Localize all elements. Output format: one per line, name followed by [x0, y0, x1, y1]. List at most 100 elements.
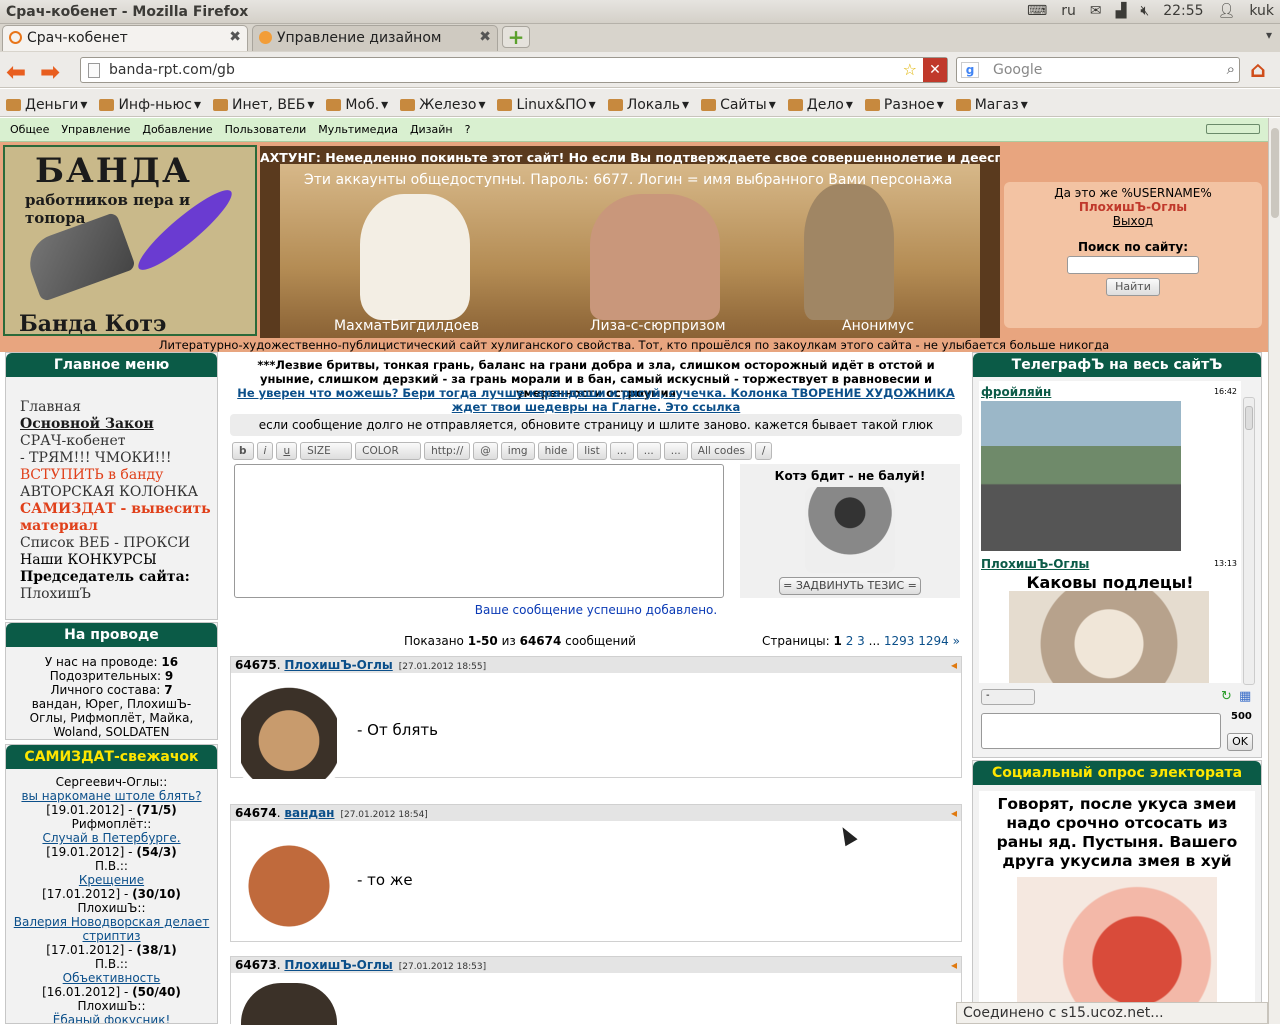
online-users[interactable]: вандан, Юрег, ПлохишЪ-Оглы, Рифмоплёт, М… — [6, 697, 217, 739]
menu-item-tryam[interactable]: - ТРЯМ!!! ЧМОКИ!!! — [20, 450, 217, 467]
bookmark-folder[interactable]: Linux&ПО ▾ — [497, 94, 596, 116]
close-tab-icon[interactable]: ✖ — [229, 29, 241, 45]
bookmark-folder[interactable]: Магаз ▾ — [955, 94, 1028, 116]
network-icon[interactable]: ▟ — [1116, 3, 1127, 19]
page-link[interactable]: 1294 — [918, 634, 949, 648]
scrollbar-thumb[interactable] — [1271, 128, 1279, 218]
admin-menu-item[interactable]: Дизайн — [410, 123, 453, 141]
submit-button[interactable]: = ЗАДВИНУТЬ ТЕЗИС = — [779, 577, 921, 595]
bookmark-folder[interactable]: Железо ▾ — [400, 94, 485, 116]
samizdat-link[interactable]: Случай в Петербурге. — [6, 831, 217, 845]
character-label[interactable]: Анонимус — [842, 318, 914, 334]
samizdat-link[interactable]: Крещение — [6, 873, 217, 887]
bbcode-url-button[interactable]: http:// — [424, 442, 471, 460]
character-label[interactable]: Лиза-с-сюрпризом — [590, 318, 726, 334]
chat-scroll-thumb[interactable] — [1245, 406, 1253, 430]
chat-image[interactable] — [1009, 591, 1209, 683]
chat-image[interactable] — [981, 401, 1181, 551]
admin-menu-item[interactable]: Пользователи — [225, 123, 307, 141]
samizdat-link[interactable]: Объективность — [6, 971, 217, 985]
bbcode-more-button[interactable]: ... — [609, 442, 634, 460]
url-bar[interactable]: banda-rpt.com/gb ☆ ✕ — [80, 57, 948, 83]
samizdat-link[interactable]: вы наркомане штоле блять? — [6, 789, 217, 803]
new-tab-button[interactable]: + — [502, 26, 530, 48]
search-box[interactable]: g Google ⌕ — [956, 57, 1240, 83]
bookmark-folder[interactable]: Деньги ▾ — [6, 94, 87, 116]
admin-menu-item[interactable]: Общее — [10, 123, 49, 141]
menu-item-column[interactable]: АВТОРСКАЯ КОЛОНКА — [20, 484, 217, 501]
post-author[interactable]: ПлохишЪ-Оглы — [284, 658, 392, 672]
bbcode-hide-button[interactable]: hide — [537, 442, 575, 460]
keyboard-icon[interactable]: ⌨ — [1027, 3, 1047, 19]
tab-design[interactable]: Управление дизайном ✖ — [252, 25, 498, 51]
admin-menu-item[interactable]: ? — [465, 123, 471, 141]
menu-item-samizdat[interactable]: САМИЗДАТ - вывесить материал — [20, 501, 217, 535]
menu-item-proxy[interactable]: Список ВЕБ - ПРОКСИ — [20, 535, 217, 552]
forward-button[interactable]: ➡ — [40, 58, 60, 86]
chat-select[interactable]: - — [981, 689, 1035, 705]
character-liza[interactable] — [590, 194, 720, 320]
chat-author[interactable]: фройляйн — [981, 385, 1051, 399]
post-author[interactable]: вандан — [284, 806, 334, 820]
quote-icon[interactable]: ◂ — [951, 658, 957, 672]
bookmark-star-icon[interactable]: ☆ — [903, 60, 917, 79]
samizdat-link[interactable]: Ёбаный фокусник! — [6, 1013, 217, 1023]
menu-item-home[interactable]: Главная — [20, 399, 217, 416]
page-link[interactable]: 1293 — [884, 634, 915, 648]
samizdat-link[interactable]: Валерия Новодворская делает стриптиз — [6, 915, 217, 943]
page-scrollbar[interactable] — [1268, 118, 1280, 1024]
admin-menu-item[interactable]: Мультимедиа — [318, 123, 398, 141]
stop-button[interactable]: ✕ — [923, 58, 947, 82]
post-author[interactable]: ПлохишЪ-Оглы — [284, 958, 392, 972]
mail-icon[interactable]: ✉ — [1090, 3, 1102, 19]
clock[interactable]: 22:55 — [1163, 3, 1203, 19]
user-icon[interactable]: 👤︎ — [1218, 3, 1236, 19]
artist-column-link[interactable]: Не уверен что можешь? Бери тогда лучше к… — [234, 386, 958, 414]
google-icon[interactable]: g — [961, 62, 979, 78]
message-textarea[interactable] — [234, 464, 724, 598]
search-icon[interactable]: ⌕ — [1227, 60, 1235, 78]
user-name[interactable]: kuk — [1249, 3, 1274, 19]
smiley-icon[interactable]: ▦ — [1239, 689, 1251, 704]
chat-input[interactable] — [981, 713, 1221, 749]
bbcode-list-button[interactable]: list — [577, 442, 607, 460]
logout-link[interactable]: Выход — [1004, 214, 1262, 228]
bbcode-underline-button[interactable]: u — [276, 442, 298, 460]
admin-menu-item[interactable]: Управление — [61, 123, 130, 141]
bookmark-folder[interactable]: Сайты ▾ — [701, 94, 776, 116]
bbcode-color-select[interactable]: COLOR — [355, 442, 422, 460]
resize-handle-icon[interactable] — [1206, 124, 1260, 134]
bookmark-folder[interactable]: Локаль ▾ — [607, 94, 689, 116]
back-button[interactable]: ⬅ — [6, 58, 26, 86]
bbcode-close-button[interactable]: / — [754, 442, 773, 460]
menu-item-srach[interactable]: СРАЧ-кобенет — [20, 433, 217, 450]
bbcode-more-button[interactable]: ... — [663, 442, 688, 460]
quote-icon[interactable]: ◂ — [951, 958, 957, 972]
character-label[interactable]: МахматБигдилдоев — [334, 318, 479, 334]
site-logo[interactable]: БАНДА работников пера и топора Банда Кот… — [3, 145, 257, 337]
character-anonimus[interactable] — [804, 184, 894, 320]
bbcode-email-button[interactable]: @ — [473, 442, 498, 460]
tab-list-icon[interactable]: ▾ — [1266, 28, 1272, 42]
refresh-icon[interactable]: ↻ — [1221, 689, 1232, 704]
character-mahmat[interactable] — [360, 194, 470, 320]
bbcode-more-button[interactable]: ... — [636, 442, 661, 460]
bbcode-italic-button[interactable]: i — [256, 442, 274, 460]
keyboard-layout[interactable]: ru — [1061, 3, 1076, 19]
chat-send-button[interactable]: OK — [1227, 733, 1253, 751]
home-icon[interactable]: ⌂ — [1250, 58, 1266, 83]
bbcode-img-button[interactable]: img — [500, 442, 535, 460]
tab-srach[interactable]: Срач-кобенет ✖ — [2, 25, 248, 51]
site-search-input[interactable] — [1067, 256, 1199, 274]
page-link[interactable]: 3 — [857, 634, 865, 648]
chat-scrollbar[interactable] — [1243, 397, 1255, 685]
bookmark-folder[interactable]: Дело ▾ — [787, 94, 853, 116]
admin-menu-item[interactable]: Добавление — [142, 123, 212, 141]
menu-item-chairman[interactable]: ПлохишЪ — [20, 586, 217, 603]
chat-author[interactable]: ПлохишЪ-Оглы — [981, 557, 1089, 571]
bbcode-all-codes-button[interactable]: All codes — [690, 442, 752, 460]
bbcode-size-select[interactable]: SIZE — [300, 442, 353, 460]
bookmark-folder[interactable]: Инф-ньюс ▾ — [99, 94, 201, 116]
bbcode-bold-button[interactable]: b — [232, 442, 254, 460]
menu-item-contests[interactable]: Наши КОНКУРСЫ — [20, 552, 217, 569]
